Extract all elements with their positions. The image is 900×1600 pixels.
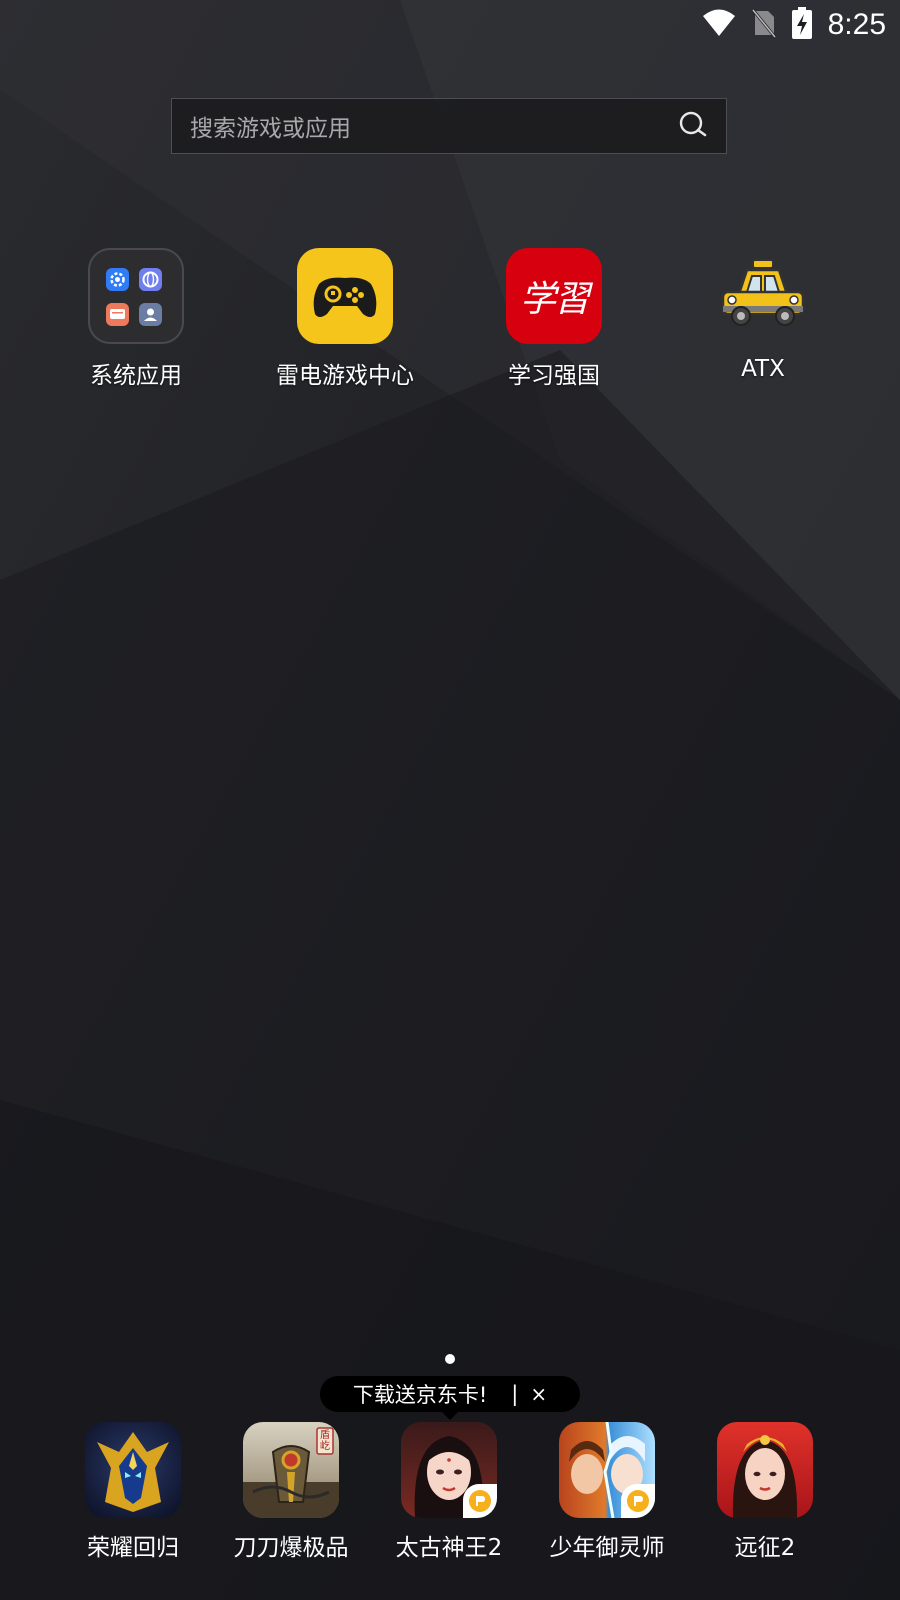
dock-app-shaonian-yulingshi[interactable]: 少年御灵师 — [517, 1422, 697, 1562]
character-portrait-icon — [401, 1422, 497, 1518]
page-indicator-dot — [445, 1354, 455, 1364]
search-bar[interactable]: 搜索游戏或应用 — [171, 98, 727, 154]
app-label: ATX — [741, 356, 785, 382]
app-label: 雷电游戏中心 — [276, 363, 414, 389]
xuexi-logo-icon: 学習 — [506, 248, 602, 344]
dock-app-rongyao-huigui[interactable]: 荣耀回归 — [43, 1422, 223, 1562]
dock-app-taigu-shenwang2[interactable]: 太古神王2 — [359, 1422, 539, 1562]
status-bar: 8:25 — [0, 0, 900, 50]
settings-icon — [106, 268, 129, 291]
search-placeholder: 搜索游戏或应用 — [190, 116, 351, 142]
no-sim-icon — [751, 8, 776, 42]
gamepad-icon — [297, 248, 393, 344]
xuexi-logo-text: 学習 — [519, 279, 590, 320]
shield-logo-text: 盾屹 — [320, 1430, 330, 1452]
leidian-badge-icon — [621, 1484, 655, 1518]
dock-app-label: 太古神王2 — [395, 1535, 503, 1561]
messages-icon — [106, 303, 129, 326]
character-portrait-icon — [717, 1422, 813, 1518]
app-label: 系统应用 — [90, 363, 182, 389]
dock-app-label: 刀刀爆极品 — [233, 1535, 349, 1561]
leidian-badge-icon — [463, 1484, 497, 1518]
search-icon[interactable] — [678, 109, 708, 143]
promo-bubble-tail — [441, 1411, 459, 1420]
dock-app-label: 远征2 — [734, 1535, 796, 1561]
sword-shield-icon: 盾屹 — [243, 1422, 339, 1518]
battery-charging-icon — [791, 7, 812, 43]
folder-icon — [88, 248, 184, 344]
promo-text: 下载送京东卡! — [352, 1383, 488, 1407]
app-leidian-game-center[interactable]: 雷电游戏中心 — [245, 248, 445, 390]
browser-icon — [139, 268, 162, 291]
promo-close-button[interactable]: × — [530, 1382, 547, 1406]
dock-app-yuanzheng2[interactable]: 远征2 — [675, 1422, 855, 1562]
app-xuexi-qiangguo[interactable]: 学習 学习强国 — [454, 248, 654, 390]
home-app-grid: 系统应用 雷电游戏中心 学習 学习强国 ATX — [0, 248, 900, 398]
dock-app-label: 少年御灵师 — [549, 1535, 665, 1561]
promo-separator: | — [511, 1382, 519, 1406]
app-label: 学习强国 — [508, 363, 600, 389]
wifi-icon — [702, 9, 736, 41]
promo-bubble[interactable]: 下载送京东卡! | × — [320, 1376, 580, 1412]
contacts-icon — [139, 303, 162, 326]
app-atx[interactable]: ATX — [663, 248, 863, 382]
character-portrait-icon — [559, 1422, 655, 1518]
app-system-folder[interactable]: 系统应用 — [36, 248, 236, 390]
dock-app-label: 荣耀回归 — [87, 1535, 179, 1561]
dock: 荣耀回归 盾屹 刀刀爆极品 太古神王2 少年御灵师 远征2 — [0, 1422, 900, 1572]
taxi-icon — [715, 248, 811, 344]
dock-app-daodao-baojipin[interactable]: 盾屹 刀刀爆极品 — [201, 1422, 381, 1562]
warrior-helmet-icon — [85, 1422, 181, 1518]
status-time: 8:25 — [827, 8, 886, 41]
